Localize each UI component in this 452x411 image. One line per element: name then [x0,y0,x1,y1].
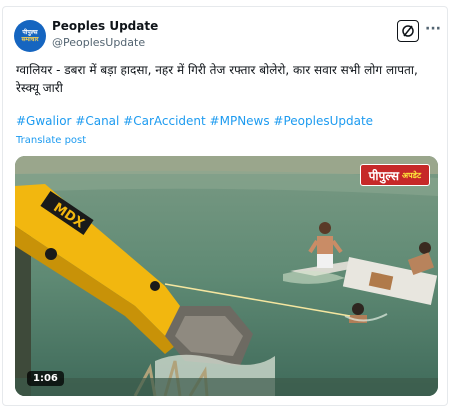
avatar-text-top: पीपुल्स [22,29,38,36]
post-text: ग्वालियर - डबरा में बड़ा हादसा, नहर में … [16,63,418,95]
video-duration: 1:06 [27,371,64,386]
translate-post-link[interactable]: Translate post [16,135,86,146]
account-handle[interactable]: @PeoplesUpdate [52,36,145,49]
account-name[interactable]: Peoples Update [52,19,158,33]
video-frame: MDX [15,156,438,396]
post-hashtags[interactable]: #Gwalior #Canal #CarAccident #MPNews #Pe… [16,114,373,128]
more-icon: ··· [425,21,441,37]
avatar-text-bottom: समाचार [21,36,39,43]
video-player[interactable]: MDX पीपुल्स अपडेट 1:06 [15,156,438,396]
grok-icon [402,25,414,37]
more-button[interactable]: ··· [422,20,444,42]
channel-logo: पीपुल्स अपडेट [359,164,430,186]
grok-button[interactable] [397,20,419,42]
channel-logo-sub: अपडेट [402,170,421,180]
avatar[interactable]: पीपुल्स समाचार [14,20,46,52]
channel-logo-main: पीपुल्स [368,168,400,183]
